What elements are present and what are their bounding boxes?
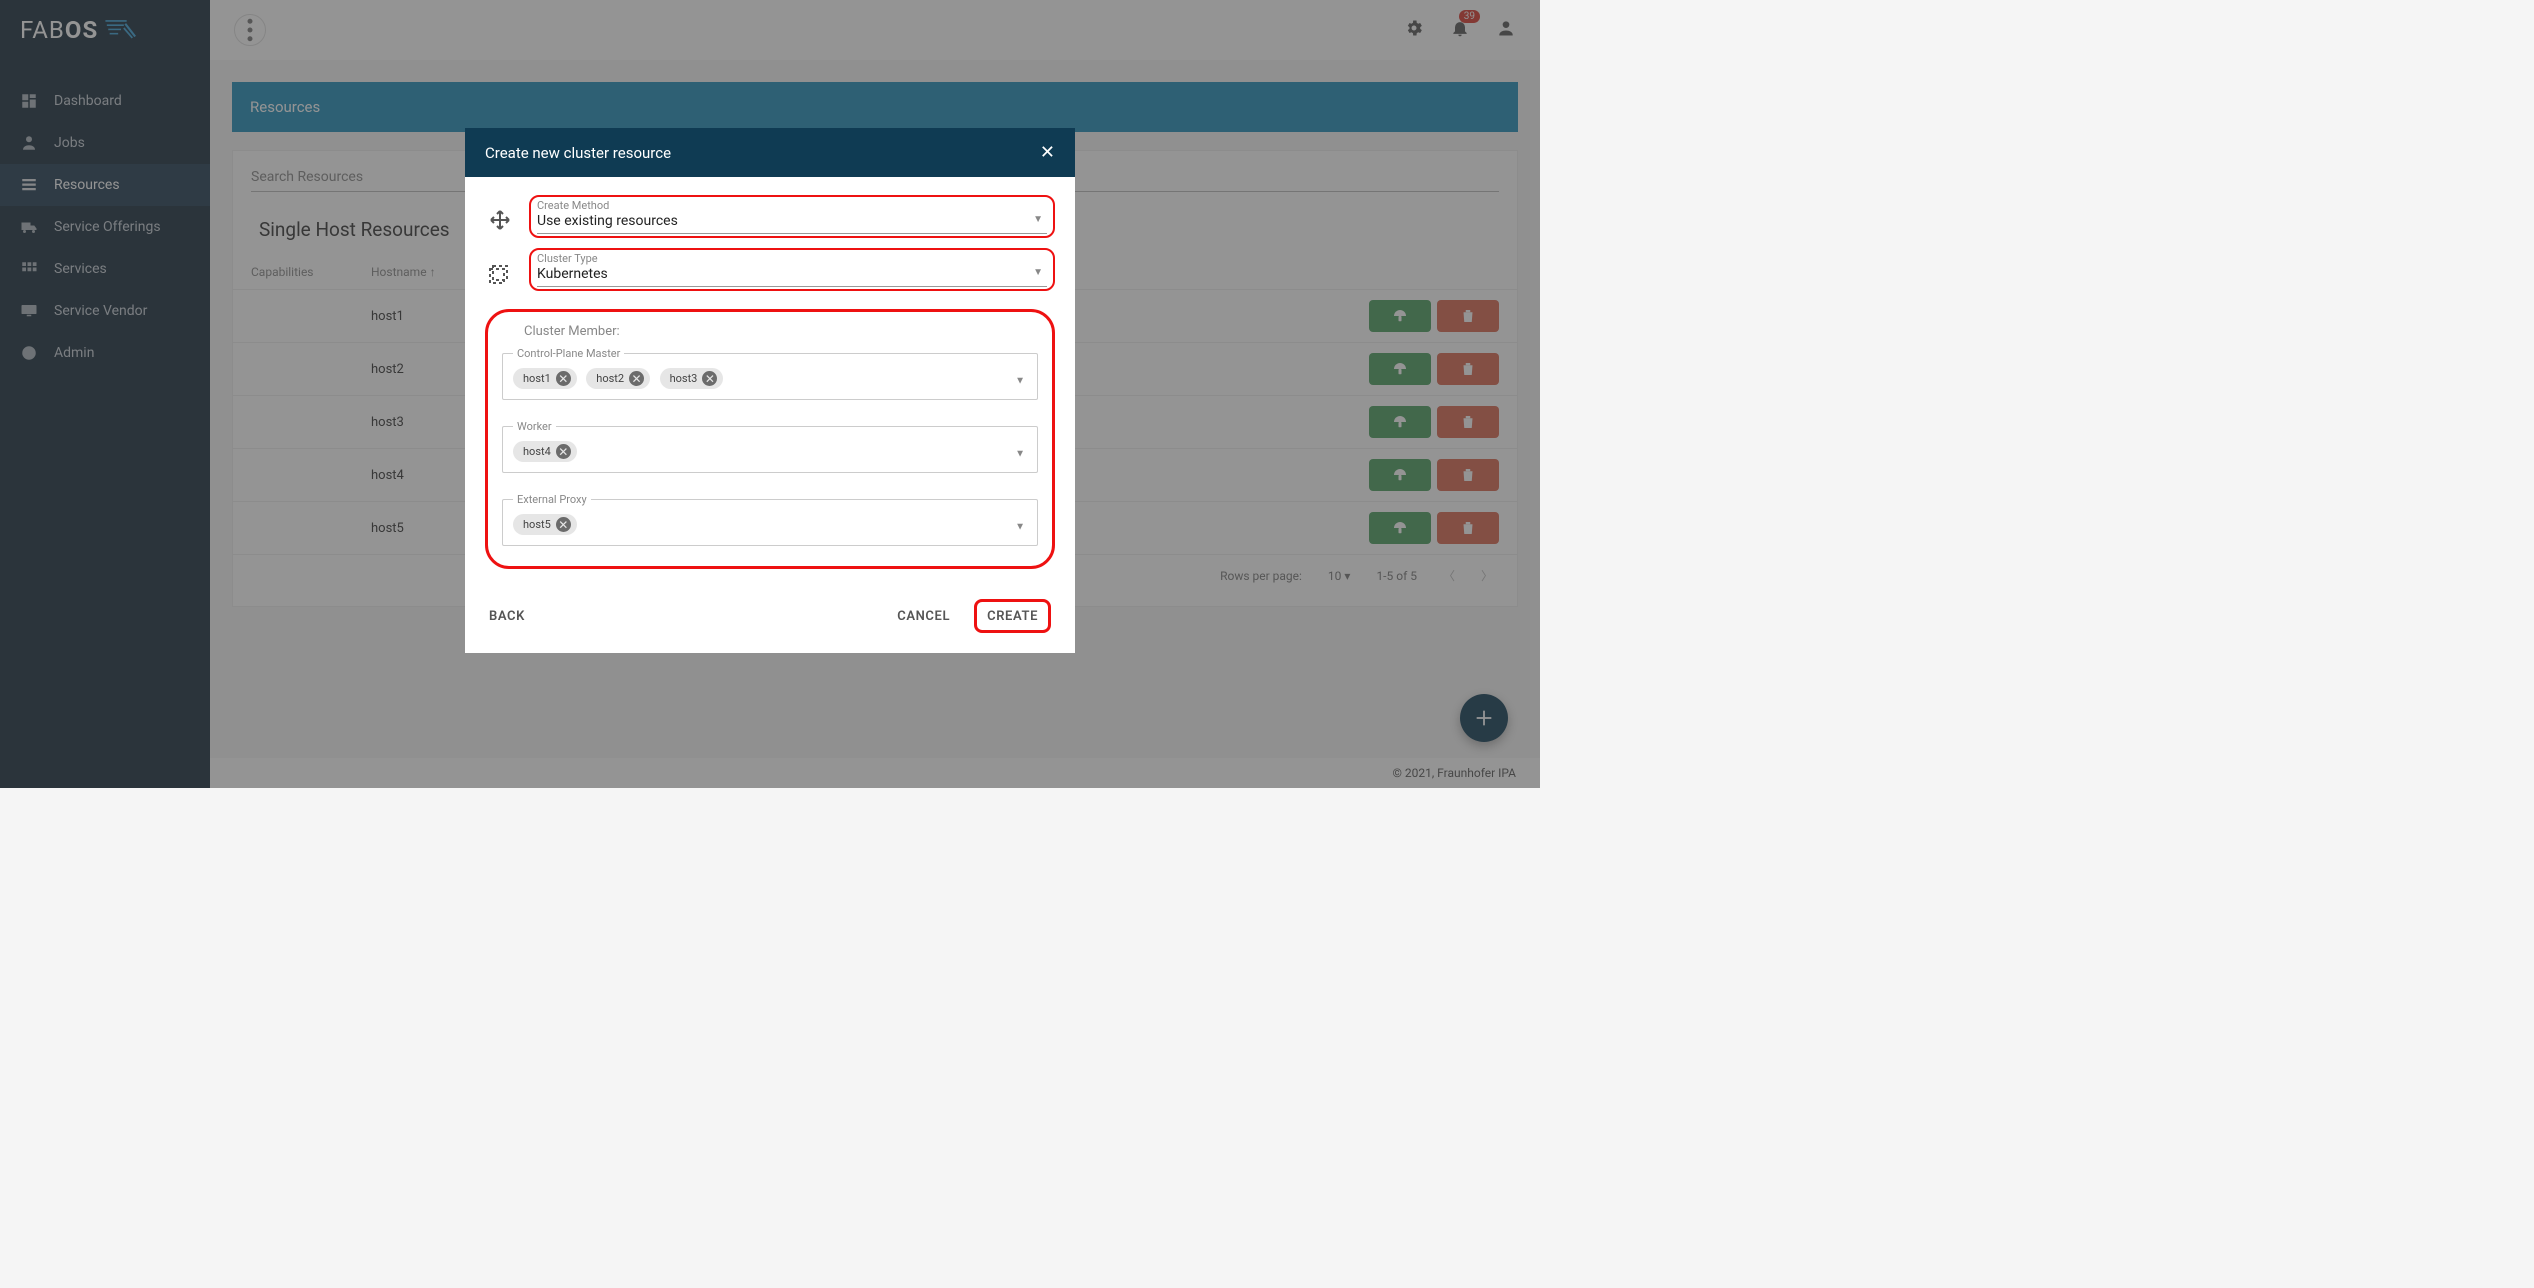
dialog-actions: BACK CANCEL CREATE bbox=[465, 575, 1075, 653]
chevron-down-icon: ▼ bbox=[1015, 521, 1025, 532]
chevron-down-icon: ▼ bbox=[1033, 214, 1043, 225]
chip[interactable]: host3✕ bbox=[660, 368, 724, 389]
field-label: Control-Plane Master bbox=[513, 347, 624, 360]
chip-remove-icon[interactable]: ✕ bbox=[556, 517, 571, 532]
chip[interactable]: host4✕ bbox=[513, 441, 577, 462]
field-value: Use existing resources bbox=[537, 213, 1047, 233]
back-button[interactable]: BACK bbox=[489, 609, 525, 624]
chip[interactable]: host2✕ bbox=[586, 368, 650, 389]
cluster-type-select[interactable]: Cluster Type Kubernetes ▼ bbox=[537, 252, 1047, 287]
dashed-square-icon bbox=[485, 261, 515, 285]
cancel-button[interactable]: CANCEL bbox=[897, 609, 950, 624]
modal-overlay: Create new cluster resource ✕ Create Met… bbox=[0, 0, 1540, 788]
worker-select[interactable]: Worker host4✕ ▼ bbox=[502, 420, 1038, 473]
create-method-select[interactable]: Create Method Use existing resources ▼ bbox=[537, 199, 1047, 234]
dialog-title: Create new cluster resource bbox=[485, 144, 671, 162]
create-button[interactable]: CREATE bbox=[987, 609, 1038, 624]
chevron-down-icon: ▼ bbox=[1015, 448, 1025, 459]
control-plane-select[interactable]: Control-Plane Master host1✕ host2✕ host3… bbox=[502, 347, 1038, 400]
field-label: Worker bbox=[513, 420, 556, 433]
field-label: External Proxy bbox=[513, 493, 591, 506]
chip[interactable]: host5✕ bbox=[513, 514, 577, 535]
chip[interactable]: host1✕ bbox=[513, 368, 577, 389]
external-proxy-select[interactable]: External Proxy host5✕ ▼ bbox=[502, 493, 1038, 546]
field-label: Cluster Type bbox=[537, 252, 598, 265]
field-label: Create Method bbox=[537, 199, 609, 212]
create-cluster-dialog: Create new cluster resource ✕ Create Met… bbox=[465, 128, 1075, 653]
chevron-down-icon: ▼ bbox=[1015, 375, 1025, 386]
field-value: Kubernetes bbox=[537, 266, 1047, 286]
chip-remove-icon[interactable]: ✕ bbox=[556, 444, 571, 459]
move-icon bbox=[485, 208, 515, 232]
cluster-member-header: Cluster Member: bbox=[524, 324, 1038, 339]
chip-remove-icon[interactable]: ✕ bbox=[556, 371, 571, 386]
chevron-down-icon: ▼ bbox=[1033, 267, 1043, 278]
dialog-header: Create new cluster resource ✕ bbox=[465, 128, 1075, 177]
close-button[interactable]: ✕ bbox=[1040, 142, 1055, 163]
chip-remove-icon[interactable]: ✕ bbox=[702, 371, 717, 386]
chip-remove-icon[interactable]: ✕ bbox=[629, 371, 644, 386]
dialog-body: Create Method Use existing resources ▼ C… bbox=[465, 177, 1075, 575]
